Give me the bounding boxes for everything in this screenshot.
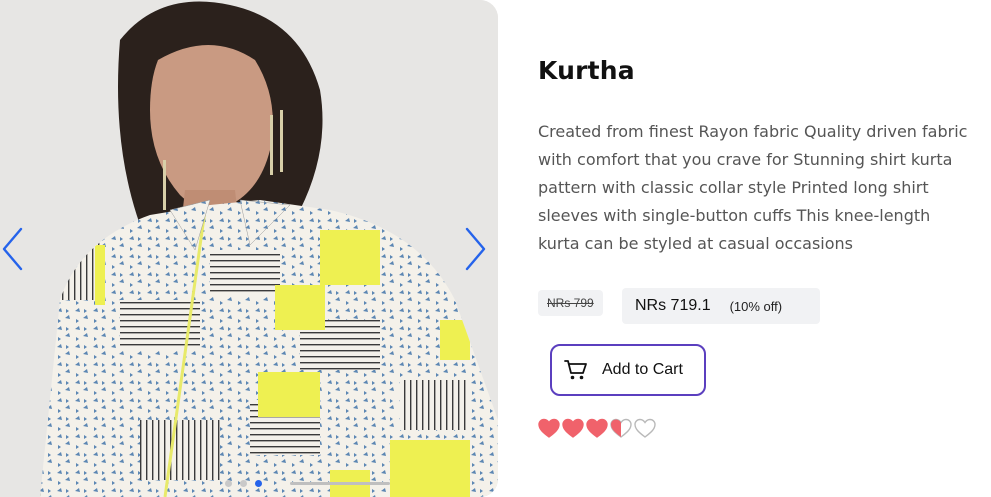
original-price: NRs 799	[538, 290, 603, 316]
add-to-cart-label: Add to Cart	[602, 361, 683, 378]
heart-full-icon[interactable]	[538, 418, 560, 438]
product-photo	[0, 0, 498, 497]
product-image-carousel	[0, 0, 498, 497]
chevron-right-icon	[465, 227, 486, 271]
carousel-dot[interactable]	[240, 480, 247, 487]
carousel-indicators	[0, 477, 498, 487]
heart-half-icon[interactable]	[610, 418, 632, 438]
product-title: Kurtha	[538, 56, 635, 85]
product-rating	[538, 418, 656, 438]
chevron-left-icon	[2, 227, 23, 271]
cart-icon	[564, 360, 587, 380]
heart-full-icon[interactable]	[562, 418, 584, 438]
carousel-dot-active[interactable]	[255, 480, 262, 487]
price-box: NRs 719.1 (10% off)	[622, 288, 820, 324]
carousel-next-button[interactable]	[460, 226, 490, 272]
add-to-cart-button[interactable]: Add to Cart	[550, 344, 706, 396]
product-description: Created from finest Rayon fabric Quality…	[538, 122, 968, 253]
carousel-progress-bar	[290, 482, 390, 485]
heart-empty-icon[interactable]	[634, 418, 656, 438]
discount-badge: (10% off)	[729, 298, 783, 314]
sale-price: NRs 719.1	[635, 297, 711, 314]
carousel-dot[interactable]	[225, 480, 232, 487]
heart-full-icon[interactable]	[586, 418, 608, 438]
carousel-prev-button[interactable]	[0, 226, 28, 272]
